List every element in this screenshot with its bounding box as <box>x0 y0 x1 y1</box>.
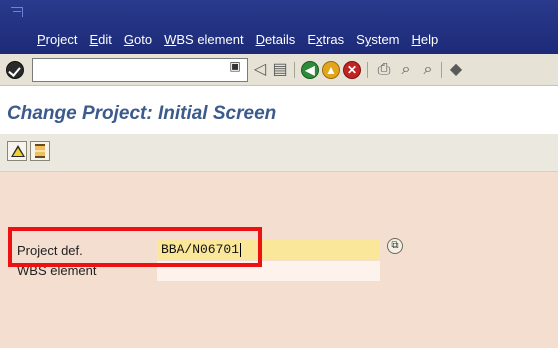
hourglass-icon[interactable] <box>30 141 50 161</box>
highlight-box <box>8 227 262 267</box>
find-next-icon[interactable]: ⌕ <box>418 60 438 80</box>
menu-project[interactable]: Project <box>37 32 77 47</box>
menu-items: Project Edit Goto WBS element Details Ex… <box>37 32 450 47</box>
search-help-icon[interactable]: ⧉ <box>387 238 403 254</box>
system-menu-icon[interactable] <box>11 7 23 17</box>
title-area: Change Project: Initial Screen <box>0 86 558 134</box>
command-field[interactable] <box>32 58 248 82</box>
application-toolbar <box>0 134 558 172</box>
find-icon[interactable]: ⌕ <box>396 60 416 80</box>
command-history-icon[interactable]: ▣ <box>226 58 244 74</box>
page-title: Change Project: Initial Screen <box>7 103 277 124</box>
menu-extras[interactable]: Extras <box>307 32 344 47</box>
cancel-icon[interactable]: ✕ <box>343 61 361 79</box>
toolbar-separator <box>367 62 368 78</box>
menu-edit[interactable]: Edit <box>89 32 111 47</box>
enter-icon[interactable] <box>6 61 24 79</box>
menu-system[interactable]: System <box>356 32 399 47</box>
back-icon[interactable]: ◀ <box>301 61 319 79</box>
menu-details[interactable]: Details <box>256 32 296 47</box>
toolbar-separator <box>294 62 295 78</box>
standard-toolbar: ▣ ◁ ▤ ◀ ▲ ✕ ⎙ ⌕ ⌕ ◆ <box>0 54 558 86</box>
back-arrow-icon[interactable]: ◁ <box>250 60 270 80</box>
toolbar-separator <box>441 62 442 78</box>
warning-icon[interactable] <box>7 141 27 161</box>
save-icon[interactable]: ▤ <box>270 60 290 80</box>
menu-wbs-element[interactable]: WBS element <box>164 32 243 47</box>
menu-bar: Project Edit Goto WBS element Details Ex… <box>0 0 558 54</box>
print-icon[interactable]: ⎙ <box>374 60 394 80</box>
first-page-icon[interactable]: ◆ <box>446 60 466 80</box>
menu-help[interactable]: Help <box>412 32 439 47</box>
exit-icon[interactable]: ▲ <box>322 61 340 79</box>
menu-goto[interactable]: Goto <box>124 32 152 47</box>
